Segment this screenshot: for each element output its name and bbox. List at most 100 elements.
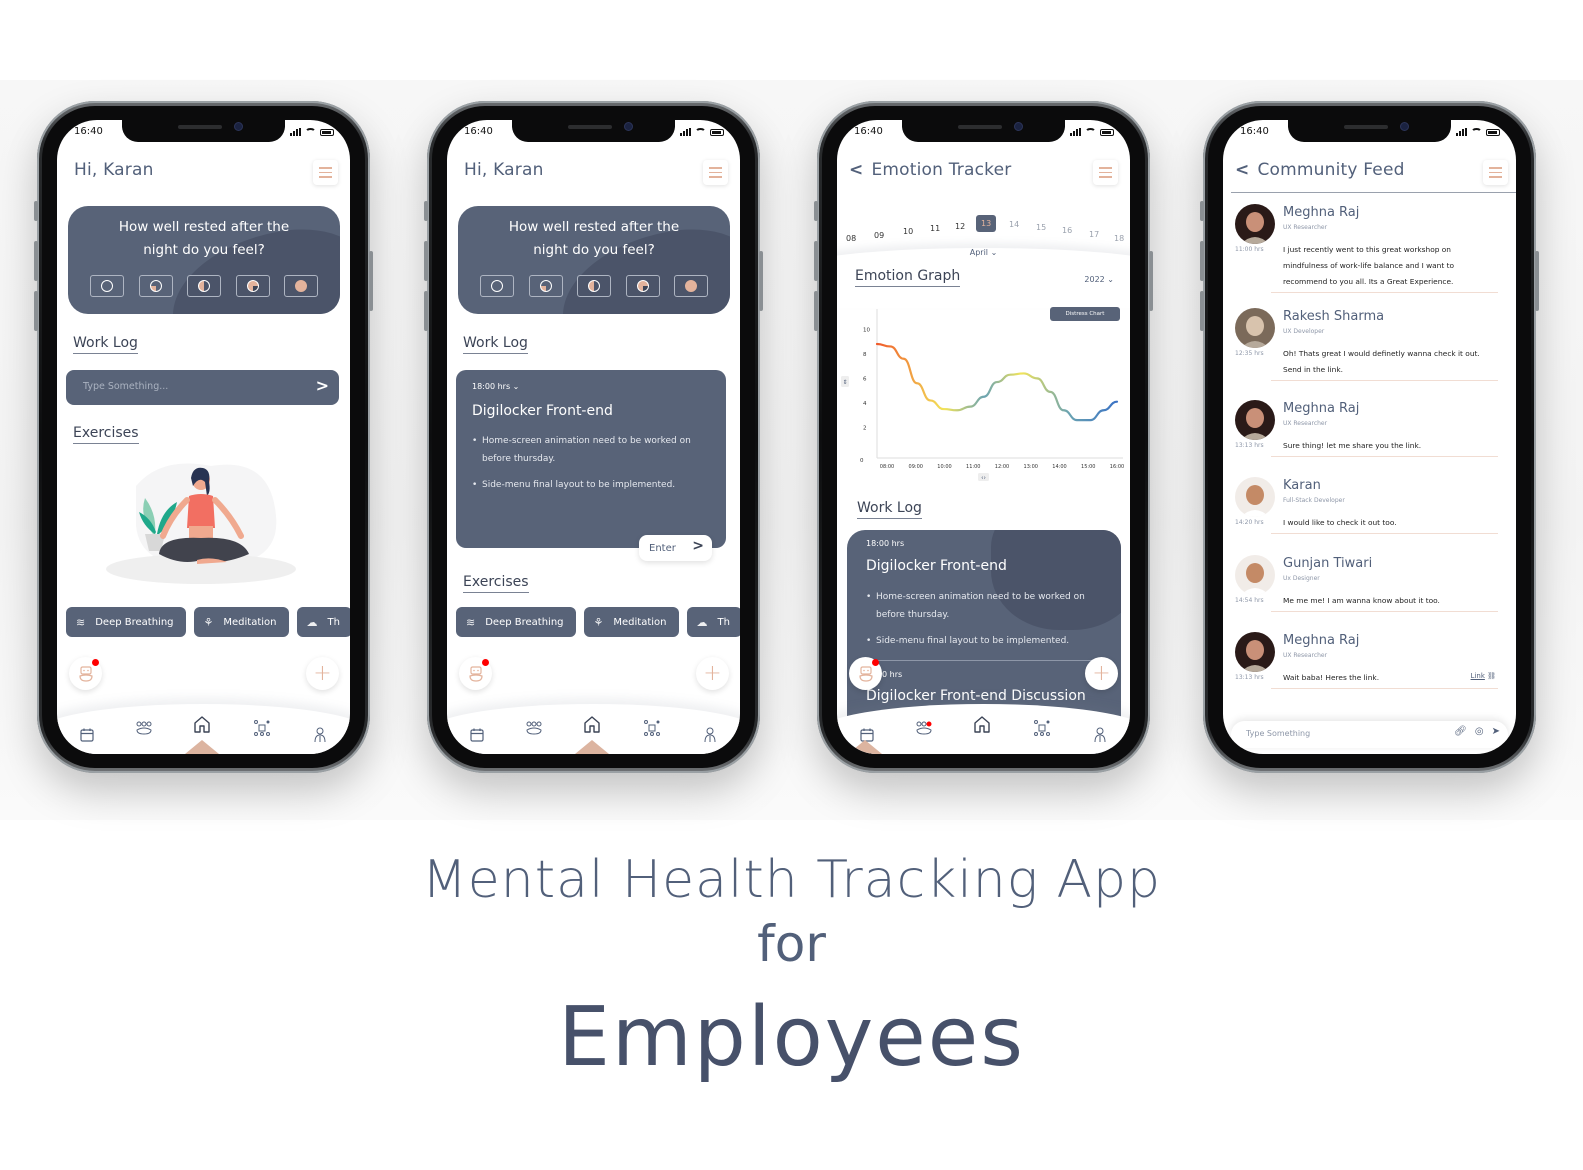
date-item-selected[interactable]: 13 <box>976 215 997 232</box>
nav-profile[interactable] <box>699 724 721 746</box>
post-time: 13:13 hrs <box>1235 442 1264 449</box>
message-placeholder: Type Something <box>1246 729 1311 738</box>
rest-option-half[interactable] <box>187 275 221 297</box>
nav-calendar[interactable] <box>76 724 98 746</box>
bottom-nav <box>837 704 1130 754</box>
wifi-icon <box>305 128 316 136</box>
post-author[interactable]: Rakesh Sharma <box>1283 309 1384 324</box>
rest-option-empty[interactable] <box>480 275 514 297</box>
rest-option-quarter[interactable] <box>528 275 563 297</box>
add-button[interactable]: + <box>306 657 339 690</box>
rest-option-full[interactable] <box>284 275 318 297</box>
post-author[interactable]: Meghna Raj <box>1283 401 1359 416</box>
menu-button[interactable] <box>1483 160 1508 185</box>
nav-home[interactable] <box>971 713 993 735</box>
rest-option-three-quarter[interactable] <box>235 275 270 297</box>
nav-community[interactable] <box>913 717 935 739</box>
post-message: Oh! Thats great I would definetly wanna … <box>1283 349 1480 374</box>
camera-icon[interactable]: ◎ <box>1475 726 1484 737</box>
nav-community[interactable] <box>523 717 545 739</box>
date-item[interactable]: 12 <box>955 222 965 231</box>
screen: 16:40 Hi, Karan How well rested after th… <box>57 120 350 754</box>
date-item[interactable]: 16 <box>1062 226 1072 235</box>
nav-profile[interactable] <box>309 724 331 746</box>
chip-meditation[interactable]: ⚘ Meditation <box>193 607 289 637</box>
enter-button[interactable]: Enter > <box>639 535 712 561</box>
month-selector[interactable]: April ⌄ <box>837 248 1130 257</box>
rest-option-quarter[interactable] <box>138 275 173 297</box>
date-item[interactable]: 08 <box>846 234 856 243</box>
back-icon[interactable]: < <box>1235 160 1249 180</box>
menu-button[interactable] <box>313 160 338 185</box>
avatar[interactable] <box>1235 632 1275 672</box>
x-tick-label: 11:00 <box>966 464 980 470</box>
chatbot-button[interactable] <box>459 657 492 690</box>
power-button <box>369 251 373 311</box>
post-divider <box>1271 533 1498 534</box>
add-button[interactable]: + <box>1085 657 1118 690</box>
chip-deep-breathing[interactable]: ≋ Deep Breathing <box>456 607 576 637</box>
send-icon[interactable]: ➤ <box>1492 726 1500 737</box>
rest-question-line1: How well rested after the <box>118 219 290 235</box>
date-item[interactable]: 17 <box>1089 230 1099 239</box>
chatbot-button[interactable] <box>849 657 882 690</box>
moon-three-quarter-icon <box>636 280 649 292</box>
post-author[interactable]: Meghna Raj <box>1283 633 1359 648</box>
date-item[interactable]: 14 <box>1009 220 1019 229</box>
power-button <box>759 251 763 311</box>
chip-thought[interactable]: ☁ Th <box>686 607 740 637</box>
add-button[interactable]: + <box>696 657 729 690</box>
chevron-right-icon[interactable]: > <box>316 376 329 395</box>
avatar[interactable] <box>1235 477 1275 517</box>
battery-icon <box>1100 128 1114 136</box>
date-item[interactable]: 18 <box>1114 234 1124 243</box>
status-bar: 16:40 <box>1240 126 1500 140</box>
nav-home[interactable] <box>191 713 213 735</box>
date-item[interactable]: 09 <box>874 231 884 240</box>
chip-deep-breathing[interactable]: ≋ Deep Breathing <box>66 607 186 637</box>
post-author[interactable]: Karan <box>1283 478 1321 493</box>
post-author[interactable]: Gunjan Tiwari <box>1283 556 1372 571</box>
post-divider <box>1271 688 1498 689</box>
chip-meditation[interactable]: ⚘ Meditation <box>583 607 679 637</box>
rest-option-full[interactable] <box>674 275 708 297</box>
moon-half-icon <box>588 280 600 292</box>
chatbot-button[interactable] <box>69 657 102 690</box>
post-link[interactable]: Link ⛓ <box>1471 672 1496 680</box>
date-item[interactable]: 11 <box>930 224 940 233</box>
screen: 16:40 Hi, Karan How well rested after th… <box>447 120 740 754</box>
back-icon[interactable]: < <box>849 160 863 180</box>
post-author[interactable]: Meghna Raj <box>1283 205 1359 220</box>
home-icon <box>584 716 600 733</box>
avatar[interactable] <box>1235 400 1275 440</box>
avatar[interactable] <box>1235 308 1275 348</box>
battery-icon <box>1486 128 1500 136</box>
nav-profile[interactable] <box>1089 724 1111 746</box>
year-selector[interactable]: 2022 ⌄ <box>1084 275 1114 284</box>
message-input[interactable]: Type Something 🔗︎ ◎ ➤ <box>1231 721 1508 748</box>
date-item[interactable]: 15 <box>1036 223 1046 232</box>
post-role: Ux Designer <box>1283 575 1320 582</box>
avatar[interactable] <box>1235 555 1275 595</box>
menu-button[interactable] <box>1093 160 1118 185</box>
rest-option-empty[interactable] <box>90 275 124 297</box>
menu-button[interactable] <box>703 160 728 185</box>
nav-community[interactable] <box>133 717 155 739</box>
nav-network[interactable] <box>641 717 663 739</box>
calendar-icon <box>80 728 94 742</box>
post-role: UX Researcher <box>1283 420 1328 427</box>
bottom-nav <box>447 704 740 754</box>
nav-network[interactable] <box>1031 717 1053 739</box>
avatar[interactable] <box>1235 204 1275 244</box>
nav-network[interactable] <box>251 717 273 739</box>
nav-home[interactable] <box>581 713 603 735</box>
chip-thought[interactable]: ☁ Th <box>296 607 350 637</box>
rest-option-three-quarter[interactable] <box>625 275 660 297</box>
nav-calendar[interactable] <box>466 724 488 746</box>
rest-question-line2: night do you feel? <box>533 242 655 258</box>
work-log-input[interactable]: Type Something... > <box>66 370 339 405</box>
date-item[interactable]: 10 <box>903 227 913 236</box>
link-icon[interactable]: 🔗︎ <box>1454 726 1467 737</box>
log-time[interactable]: 18:00 hrs ⌄ <box>472 382 519 391</box>
rest-option-half[interactable] <box>577 275 611 297</box>
